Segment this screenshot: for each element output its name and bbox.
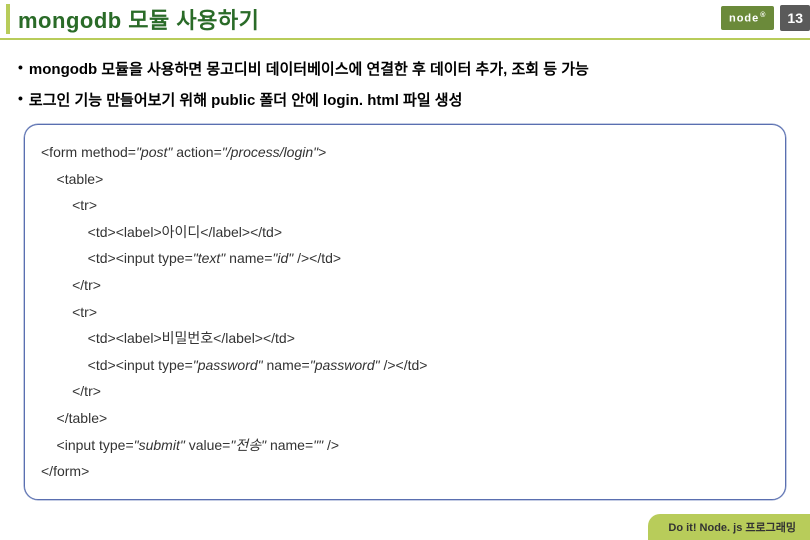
footer-label: Do it! Node. js 프로그래밍 [648,514,810,540]
bullet-item-1: • mongodb 모듈을 사용하면 몽고디비 데이터베이스에 연결한 후 데이… [18,58,792,79]
slide-title: mongodb 모듈 사용하기 [18,3,259,35]
code-line: <td><label>아이디</label></td> [41,219,769,246]
code-line: <input type="submit" value="전송" name="" … [41,432,769,459]
bullet-text: mongodb 모듈을 사용하면 몽고디비 데이터베이스에 연결한 후 데이터 … [29,58,589,79]
header-accent-bar [6,4,10,34]
node-logo: node [721,6,774,31]
code-line: <td><label>비밀번호</label></td> [41,325,769,352]
bullet-dot-icon: • [18,59,23,75]
bullet-item-2: • 로그인 기능 만들어보기 위해 public 폴더 안에 login. ht… [18,89,792,110]
content-area: • mongodb 모듈을 사용하면 몽고디비 데이터베이스에 연결한 후 데이… [0,40,810,500]
bullet-dot-icon: • [18,90,23,106]
code-line: <tr> [41,192,769,219]
code-line: </tr> [41,378,769,405]
code-line: <td><input type="password" name="passwor… [41,352,769,379]
code-line: <td><input type="text" name="id" /></td> [41,245,769,272]
bullet-text: 로그인 기능 만들어보기 위해 public 폴더 안에 login. html… [29,89,463,110]
page-number: 13 [780,5,810,31]
code-line: <tr> [41,299,769,326]
code-line: </tr> [41,272,769,299]
code-line: </table> [41,405,769,432]
code-line: <table> [41,166,769,193]
code-line: <form method="post" action="/process/log… [41,139,769,166]
code-block: <form method="post" action="/process/log… [24,124,786,500]
code-line: </form> [41,458,769,485]
slide-header: mongodb 모듈 사용하기 node 13 [0,0,810,40]
header-right-group: node 13 [721,5,810,31]
